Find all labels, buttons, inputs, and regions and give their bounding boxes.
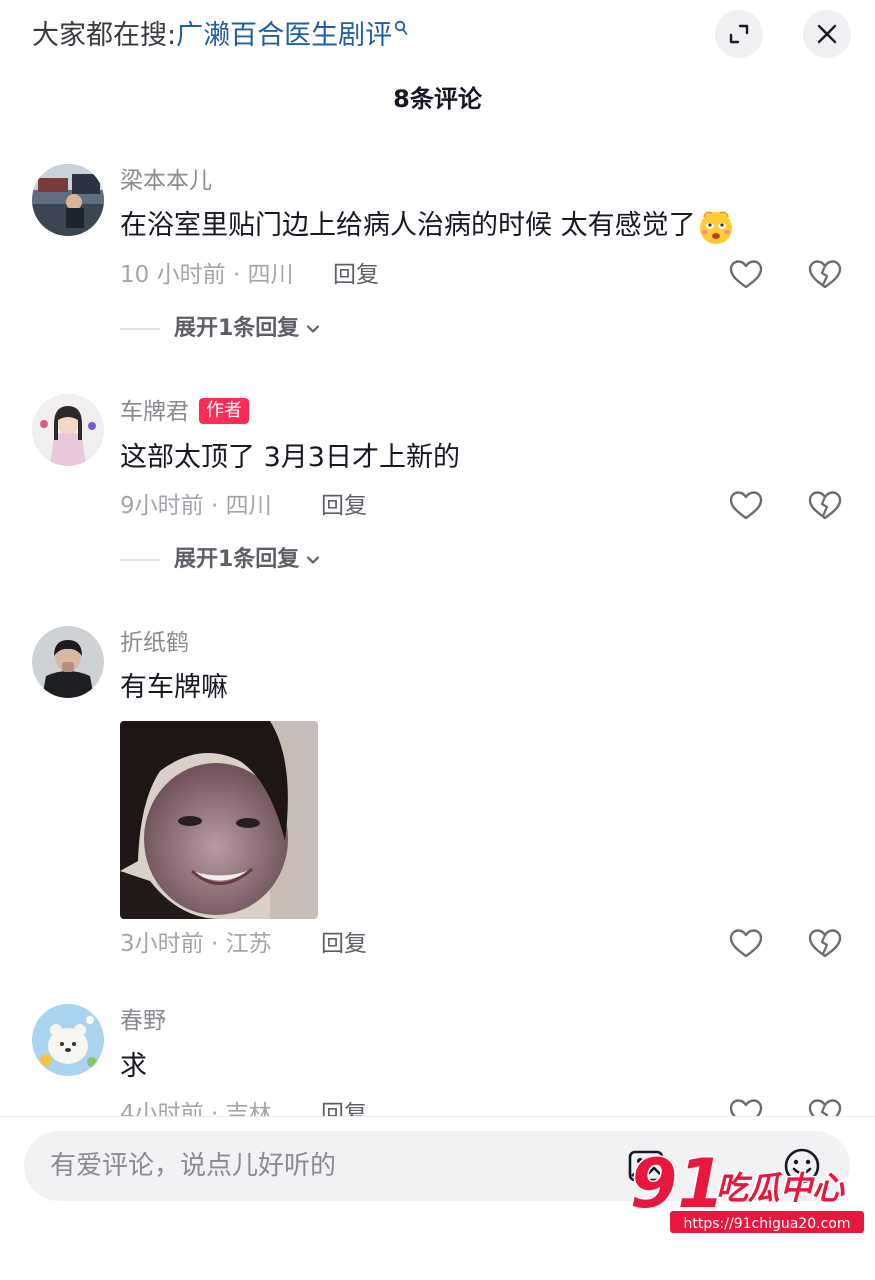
heart-outline-icon[interactable] — [728, 488, 764, 524]
watermark-name: 吃瓜中心 — [716, 1169, 845, 1207]
reply-button[interactable]: 回复 — [333, 259, 379, 291]
comment-text-content: 在浴室里贴门边上给病人治病的时候 太有感觉了 — [120, 210, 696, 241]
expand-replies-label: 展开1条回复 — [174, 547, 300, 572]
comment-text: 求 — [120, 1051, 147, 1082]
search-suggestion-term[interactable]: 广濑百合医生剧评 — [176, 20, 392, 51]
magnifier-icon — [394, 18, 408, 38]
dizzy-face-emoji — [696, 207, 736, 245]
expand-replies-button[interactable]: 展开1条回复 — [120, 313, 321, 345]
comment-input-bar: 有爱评论，说点儿好听的 91 吃瓜中心 https://91chigua20.c… — [0, 1116, 875, 1280]
site-watermark: 91 吃瓜中心 https://91chigua20.com — [628, 1141, 868, 1237]
heart-outline-icon[interactable] — [728, 1096, 764, 1116]
username[interactable]: 梁本本儿 — [120, 165, 212, 197]
username[interactable]: 折纸鹤 — [120, 627, 189, 659]
comment-meta: 3小时前 · 江苏 — [120, 931, 272, 957]
comment-meta: 9小时前 · 四川 — [120, 493, 272, 519]
expand-replies-button[interactable]: 展开1条回复 — [120, 544, 321, 576]
comment-item: 折纸鹤 有车牌嘛 3小时前 · 江苏 回复 — [0, 622, 875, 972]
comment-text: 这部太顶了 3月3日才上新的 — [120, 442, 460, 473]
top-bar: 大家都在搜:广濑百合医生剧评 — [0, 0, 875, 70]
username[interactable]: 车牌君 — [120, 399, 189, 425]
comment-input-placeholder: 有爱评论，说点儿好听的 — [50, 1151, 337, 1181]
reply-button[interactable]: 回复 — [321, 490, 367, 522]
reply-button[interactable]: 回复 — [321, 1098, 367, 1116]
divider — [120, 328, 160, 330]
search-suggestion[interactable]: 大家都在搜:广濑百合医生剧评 — [32, 18, 408, 54]
broken-heart-icon[interactable] — [807, 926, 843, 962]
comment-meta: 4小时前 · 吉林 — [120, 1101, 272, 1116]
heart-outline-icon[interactable] — [728, 257, 764, 293]
close-icon — [817, 24, 837, 44]
heart-outline-icon[interactable] — [728, 926, 764, 962]
comment-item: 春野 求 4小时前 · 吉林 回复 — [0, 1000, 875, 1116]
comment-image[interactable] — [120, 721, 318, 919]
expand-arrows-icon — [729, 24, 749, 44]
chevron-down-icon — [307, 325, 320, 333]
comment-meta: 10 小时前 · 四川 — [120, 262, 294, 288]
broken-heart-icon[interactable] — [807, 488, 843, 524]
search-suggestion-prefix: 大家都在搜: — [32, 20, 177, 51]
username[interactable]: 春野 — [120, 1005, 166, 1037]
divider — [120, 559, 160, 561]
expand-button[interactable] — [715, 10, 763, 58]
reply-button[interactable]: 回复 — [321, 928, 367, 960]
close-button[interactable] — [803, 10, 851, 58]
comment-count: 8条评论 — [393, 85, 482, 113]
author-badge: 作者 — [199, 398, 249, 424]
broken-heart-icon[interactable] — [807, 1096, 843, 1116]
avatar[interactable] — [32, 394, 104, 466]
avatar[interactable] — [32, 164, 104, 236]
avatar[interactable] — [32, 626, 104, 698]
avatar[interactable] — [32, 1004, 104, 1076]
broken-heart-icon[interactable] — [807, 257, 843, 293]
watermark-url: https://91chigua20.com — [684, 1216, 851, 1232]
expand-replies-label: 展开1条回复 — [174, 316, 300, 341]
comment-item: 车牌君 作者 这部太顶了 3月3日才上新的 9小时前 · 四川 回复 展开1条回复 — [0, 392, 875, 592]
comment-item: 梁本本儿 在浴室里贴门边上给病人治病的时候 太有感觉了 10 小时前 · 四川 … — [0, 160, 875, 360]
comment-text: 在浴室里贴门边上给病人治病的时候 太有感觉了 — [120, 207, 736, 245]
username-row: 车牌君 作者 — [120, 396, 249, 428]
chevron-down-icon — [307, 556, 320, 564]
comment-text: 有车牌嘛 — [120, 672, 228, 703]
